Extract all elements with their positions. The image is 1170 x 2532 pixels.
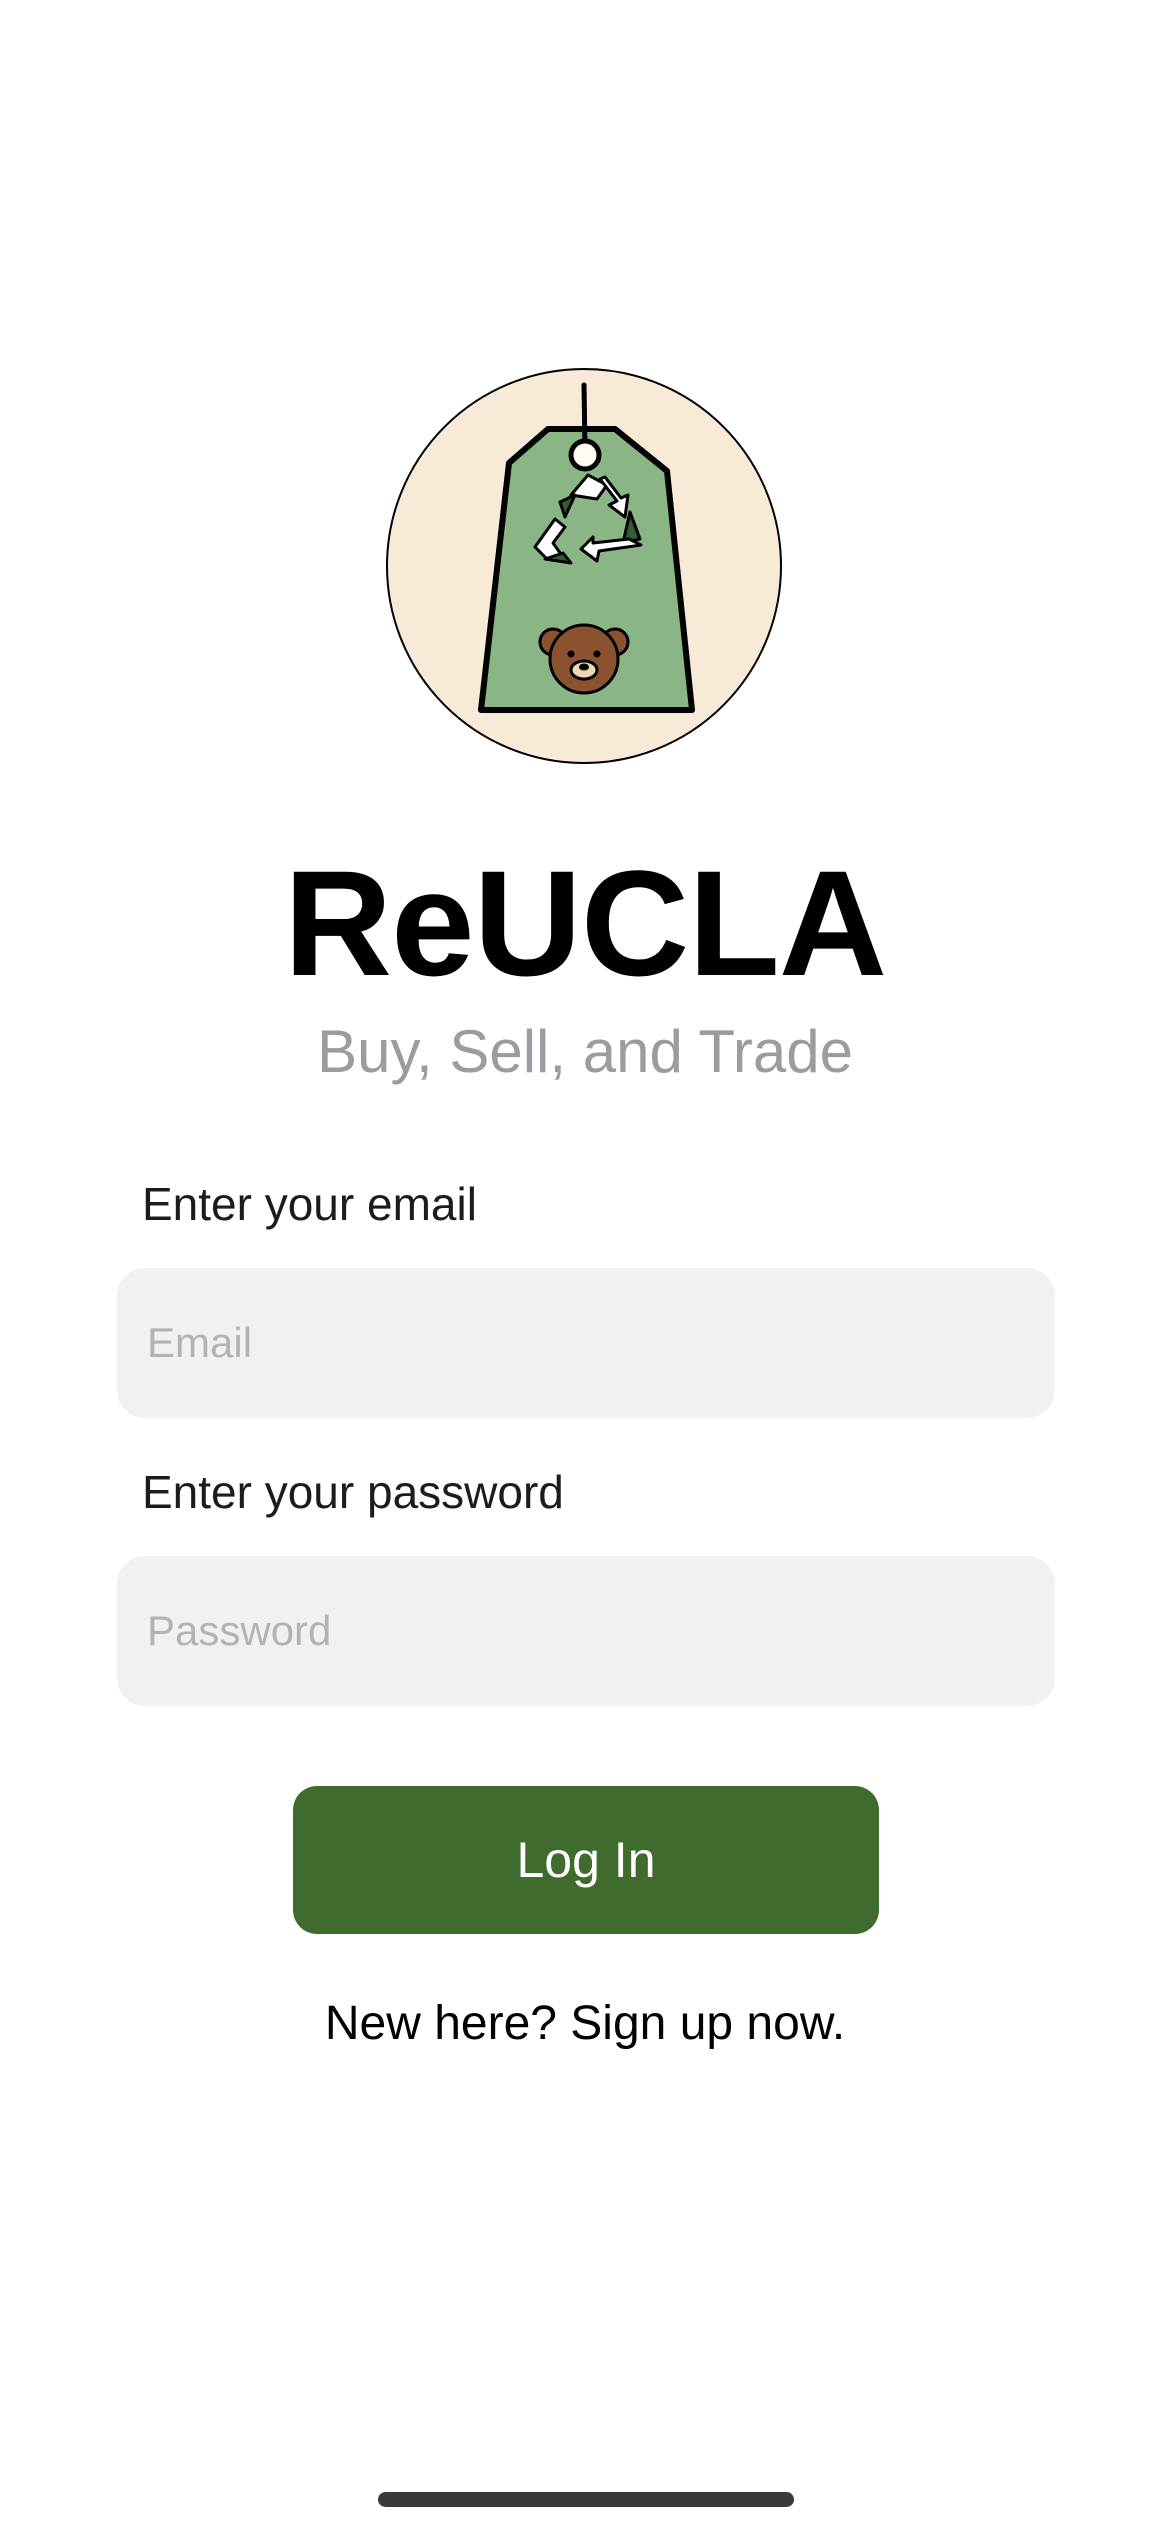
home-indicator [378,2492,794,2507]
email-label: Enter your email [142,1178,477,1230]
app-logo [385,367,783,765]
password-label: Enter your password [142,1466,564,1518]
signup-link[interactable]: New here? Sign up now. [0,1994,1170,2054]
app-subtitle: Buy, Sell, and Trade [317,1018,853,1085]
password-field[interactable] [117,1556,1055,1706]
email-field[interactable] [117,1268,1055,1418]
app-title: ReUCLA [283,839,887,1007]
login-button[interactable]: Log In [293,1786,879,1934]
price-tag-recycle-bear-icon [386,368,782,764]
